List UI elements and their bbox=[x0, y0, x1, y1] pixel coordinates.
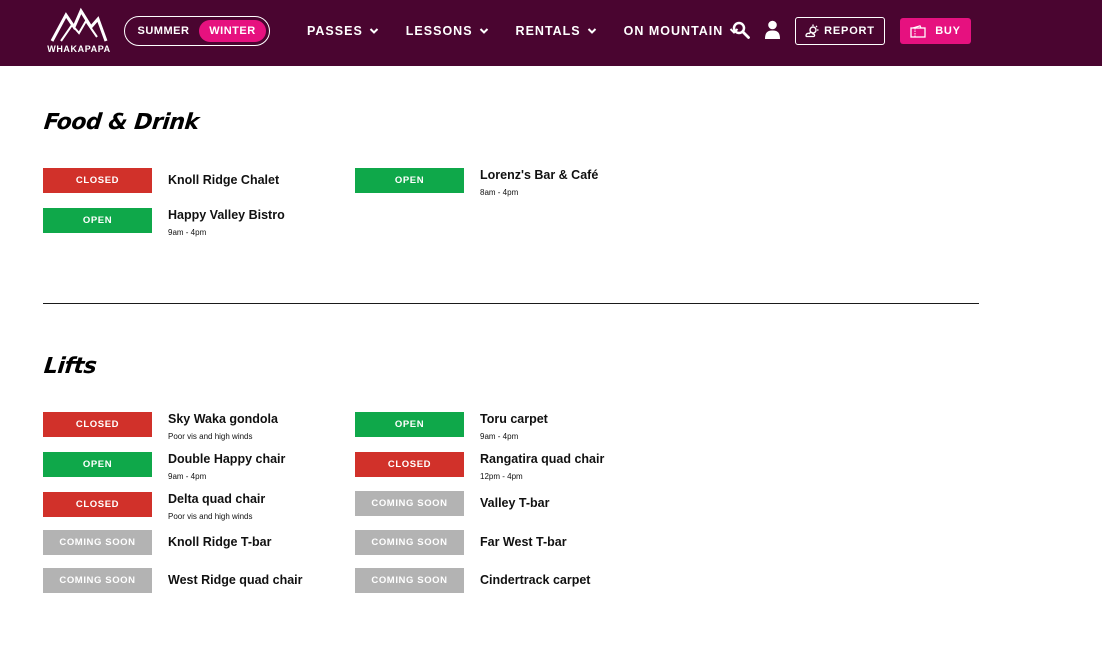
whakapapa-logo[interactable]: WHAKAPAPA bbox=[46, 7, 112, 57]
buy-label: BUY bbox=[935, 25, 961, 37]
item-hours: 12pm - 4pm bbox=[480, 472, 523, 481]
item-name: Delta quad chair bbox=[168, 492, 266, 506]
food-drink-heading: Food & Drink bbox=[42, 110, 201, 135]
site-header: WHAKAPAPA SUMMER WINTER PASSES LESSONS R… bbox=[0, 0, 1102, 66]
status-badge: OPEN bbox=[43, 208, 152, 233]
status-badge: COMING SOON bbox=[355, 530, 464, 555]
nav-on-mountain[interactable]: ON MOUNTAIN bbox=[624, 22, 740, 40]
chevron-down-icon bbox=[479, 28, 488, 34]
item-name: Lorenz's Bar & Café bbox=[480, 168, 599, 182]
buy-button[interactable]: BUY bbox=[900, 18, 971, 44]
item-name: Toru carpet bbox=[480, 412, 548, 426]
nav-label: PASSES bbox=[307, 24, 363, 38]
season-winter-option[interactable]: WINTER bbox=[198, 20, 266, 42]
status-badge: CLOSED bbox=[43, 412, 152, 437]
item-note: Poor vis and high winds bbox=[168, 432, 253, 441]
status-badge: CLOSED bbox=[355, 452, 464, 477]
item-name: Rangatira quad chair bbox=[480, 452, 605, 466]
nav-lessons[interactable]: LESSONS bbox=[406, 22, 489, 40]
weather-report-icon bbox=[805, 24, 819, 38]
item-hours: 9am - 4pm bbox=[168, 228, 207, 237]
ticket-icon bbox=[910, 24, 926, 38]
lifts-heading: Lifts bbox=[42, 354, 98, 379]
report-label: REPORT bbox=[824, 25, 875, 37]
status-badge: OPEN bbox=[355, 412, 464, 437]
item-name: Cindertrack carpet bbox=[480, 573, 591, 587]
status-badge: OPEN bbox=[43, 452, 152, 477]
user-icon[interactable] bbox=[764, 20, 781, 39]
status-badge: COMING SOON bbox=[355, 568, 464, 593]
nav-label: LESSONS bbox=[405, 24, 473, 38]
status-badge: CLOSED bbox=[43, 492, 152, 517]
item-name: Far West T-bar bbox=[480, 535, 567, 549]
mountain-logo-icon bbox=[50, 7, 108, 42]
season-toggle[interactable]: SUMMER WINTER bbox=[124, 16, 270, 46]
main-nav: PASSES LESSONS RENTALS ON MOUNTAIN bbox=[307, 22, 766, 40]
status-badge: CLOSED bbox=[43, 168, 152, 193]
item-name: Happy Valley Bistro bbox=[168, 208, 285, 222]
search-icon[interactable] bbox=[732, 21, 750, 39]
item-hours: 9am - 4pm bbox=[168, 472, 207, 481]
item-name: Knoll Ridge Chalet bbox=[168, 173, 280, 187]
item-note: Poor vis and high winds bbox=[168, 512, 253, 521]
status-badge: OPEN bbox=[355, 168, 464, 193]
item-name: Knoll Ridge T-bar bbox=[168, 535, 272, 549]
season-summer-option[interactable]: SUMMER bbox=[128, 20, 199, 42]
chevron-down-icon bbox=[587, 28, 596, 34]
status-badge: COMING SOON bbox=[355, 491, 464, 516]
item-name: West Ridge quad chair bbox=[168, 573, 303, 587]
section-divider bbox=[43, 303, 979, 304]
item-hours: 8am - 4pm bbox=[480, 188, 519, 197]
logo-text: WHAKAPAPA bbox=[47, 44, 111, 54]
nav-rentals[interactable]: RENTALS bbox=[516, 22, 597, 40]
status-badge: COMING SOON bbox=[43, 530, 152, 555]
chevron-down-icon bbox=[369, 28, 379, 34]
item-name: Sky Waka gondola bbox=[168, 412, 278, 426]
nav-label: ON MOUNTAIN bbox=[623, 24, 724, 38]
item-hours: 9am - 4pm bbox=[480, 432, 519, 441]
item-name: Double Happy chair bbox=[168, 452, 286, 466]
report-button[interactable]: REPORT bbox=[795, 17, 885, 45]
item-name: Valley T-bar bbox=[480, 496, 550, 510]
nav-label: RENTALS bbox=[515, 24, 581, 38]
nav-passes[interactable]: PASSES bbox=[307, 22, 379, 40]
status-badge: COMING SOON bbox=[43, 568, 152, 593]
